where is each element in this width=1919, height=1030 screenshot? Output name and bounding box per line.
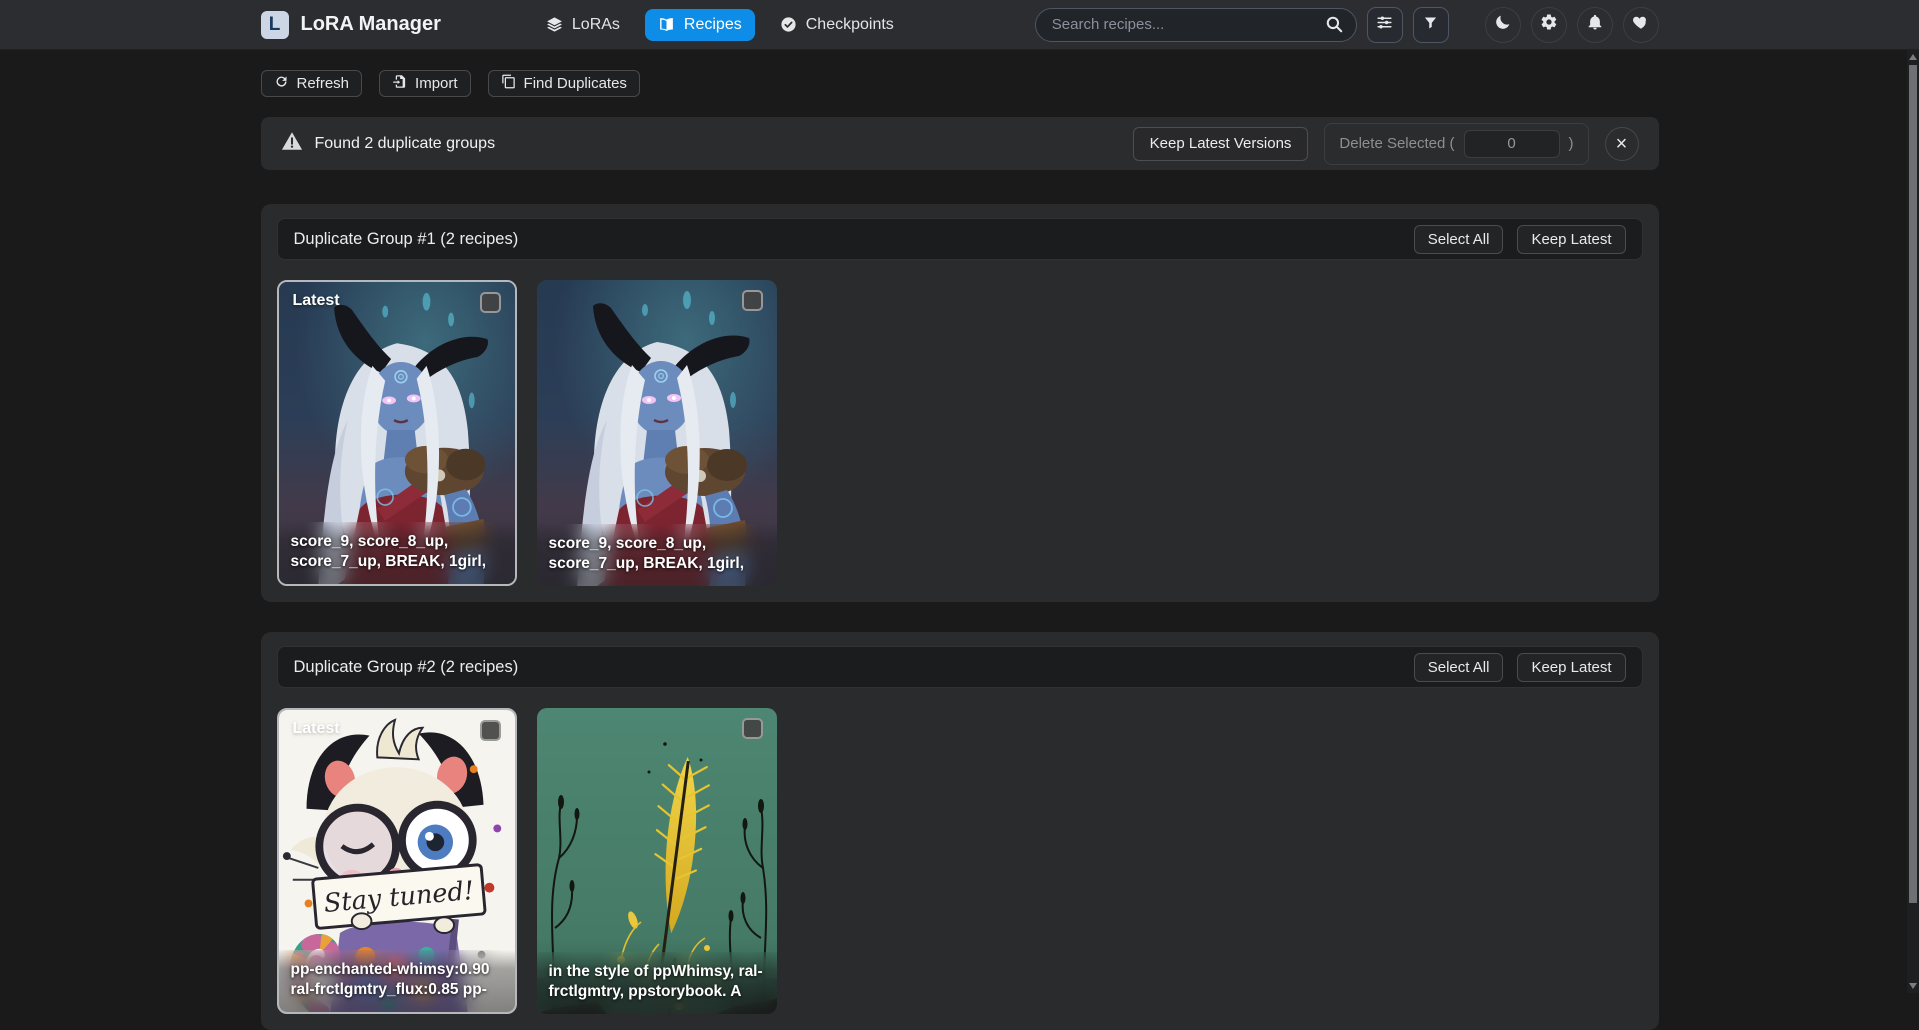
keep-latest-versions-button[interactable]: Keep Latest Versions — [1133, 127, 1309, 161]
book-icon — [658, 16, 675, 33]
main-content: Refresh Import Find Duplicates Found 2 d… — [261, 70, 1659, 1030]
moon-icon — [1494, 13, 1512, 36]
layers-icon — [546, 16, 563, 33]
duplicate-group-1: Duplicate Group #1 (2 recipes) Select Al… — [261, 204, 1659, 602]
duplicates-banner: Found 2 duplicate groups Keep Latest Ver… — [261, 117, 1659, 170]
recipe-card[interactable]: in the style of ppWhimsy, ral-frctlgmtry… — [537, 708, 777, 1014]
group-1-title: Duplicate Group #1 (2 recipes) — [294, 230, 519, 249]
filter-button[interactable] — [1413, 7, 1449, 43]
latest-badge: Latest — [293, 720, 340, 738]
heart-icon — [1632, 13, 1650, 36]
scrollbar-down-arrow[interactable] — [1909, 983, 1917, 989]
recipe-card[interactable]: Latest score_9, score_8_up, score_7_up, … — [277, 280, 517, 586]
scrollbar-up-arrow[interactable] — [1909, 54, 1917, 60]
card-checkbox[interactable] — [742, 718, 763, 739]
recipe-card[interactable]: score_9, score_8_up, score_7_up, BREAK, … — [537, 280, 777, 586]
funnel-icon — [1423, 15, 1438, 35]
delete-selected-group: Delete Selected ( ) — [1324, 123, 1588, 165]
sliders-filter-button[interactable] — [1367, 7, 1403, 43]
search-icon[interactable] — [1325, 15, 1344, 39]
app-logo-letter: L — [269, 14, 281, 36]
nav-inner: L LoRA Manager LoRAs Recipes Checkpoint — [261, 7, 1659, 43]
check-circle-icon — [780, 16, 797, 33]
delete-count-input[interactable] — [1464, 130, 1560, 158]
import-label: Import — [415, 75, 458, 92]
group-2-title: Duplicate Group #2 (2 recipes) — [294, 658, 519, 677]
card-checkbox[interactable] — [742, 290, 763, 311]
tab-recipes-label: Recipes — [684, 16, 742, 34]
app-title: LoRA Manager — [301, 13, 441, 36]
bell-icon — [1586, 13, 1604, 36]
delete-selected-suffix: ) — [1569, 135, 1574, 152]
group-1-select-all-button[interactable]: Select All — [1414, 225, 1504, 254]
gear-icon — [1540, 13, 1558, 36]
sliders-icon — [1376, 14, 1393, 36]
latest-badge: Latest — [293, 292, 340, 310]
tab-loras[interactable]: LoRAs — [533, 9, 633, 41]
banner-close-button[interactable]: × — [1605, 127, 1639, 161]
search-input[interactable] — [1035, 8, 1357, 42]
refresh-label: Refresh — [297, 75, 350, 92]
group-2-actions: Select All Keep Latest — [1414, 653, 1626, 682]
recipe-caption: score_9, score_8_up, score_7_up, BREAK, … — [537, 524, 777, 586]
notifications-button[interactable] — [1577, 7, 1613, 43]
group-2-cards: Stay tuned! Latest pp-enchanted-whimsy:0… — [277, 708, 1643, 1014]
delete-selected-prefix: Delete Selected ( — [1339, 135, 1454, 152]
banner-message: Found 2 duplicate groups — [315, 135, 496, 153]
app-logo[interactable]: L — [261, 11, 289, 39]
top-nav: L LoRA Manager LoRAs Recipes Checkpoint — [0, 0, 1919, 50]
tab-checkpoints[interactable]: Checkpoints — [767, 9, 907, 41]
toolbar: Refresh Import Find Duplicates — [261, 70, 1659, 97]
tab-checkpoints-label: Checkpoints — [806, 16, 894, 34]
card-checkbox[interactable] — [480, 720, 501, 741]
group-2-select-all-button[interactable]: Select All — [1414, 653, 1504, 682]
recipe-card[interactable]: Stay tuned! Latest pp-enchanted-whimsy:0… — [277, 708, 517, 1014]
group-2-keep-latest-button[interactable]: Keep Latest — [1517, 653, 1625, 682]
group-2-header: Duplicate Group #2 (2 recipes) Select Al… — [277, 646, 1643, 688]
theme-toggle-button[interactable] — [1485, 7, 1521, 43]
nav-tabs: LoRAs Recipes Checkpoints — [533, 9, 907, 41]
refresh-button[interactable]: Refresh — [261, 70, 363, 97]
duplicate-group-2: Duplicate Group #2 (2 recipes) Select Al… — [261, 632, 1659, 1030]
tab-loras-label: LoRAs — [572, 16, 620, 34]
vertical-scrollbar[interactable] — [1907, 50, 1919, 993]
card-checkbox[interactable] — [480, 292, 501, 313]
recipe-caption: in the style of ppWhimsy, ral-frctlgmtry… — [537, 952, 777, 1014]
settings-button[interactable] — [1531, 7, 1567, 43]
recipe-caption: pp-enchanted-whimsy:0.90 ral-frctlgmtry_… — [279, 950, 515, 1012]
import-icon — [392, 74, 407, 93]
group-1-cards: Latest score_9, score_8_up, score_7_up, … — [277, 280, 1643, 586]
group-1-keep-latest-button[interactable]: Keep Latest — [1517, 225, 1625, 254]
group-1-actions: Select All Keep Latest — [1414, 225, 1626, 254]
group-1-header: Duplicate Group #1 (2 recipes) Select Al… — [277, 218, 1643, 260]
banner-actions: Keep Latest Versions Delete Selected ( )… — [1133, 123, 1639, 165]
search-wrap — [1035, 8, 1357, 42]
duplicates-icon — [501, 74, 516, 93]
import-button[interactable]: Import — [379, 70, 471, 97]
refresh-icon — [274, 74, 289, 93]
scrollbar-thumb[interactable] — [1909, 65, 1917, 903]
find-duplicates-button[interactable]: Find Duplicates — [488, 70, 640, 97]
tab-recipes[interactable]: Recipes — [645, 9, 755, 41]
warning-icon — [281, 130, 303, 157]
recipe-caption: score_9, score_8_up, score_7_up, BREAK, … — [279, 522, 515, 584]
find-duplicates-label: Find Duplicates — [524, 75, 627, 92]
nav-right-cluster — [1485, 7, 1659, 43]
support-button[interactable] — [1623, 7, 1659, 43]
close-icon: × — [1616, 134, 1628, 154]
